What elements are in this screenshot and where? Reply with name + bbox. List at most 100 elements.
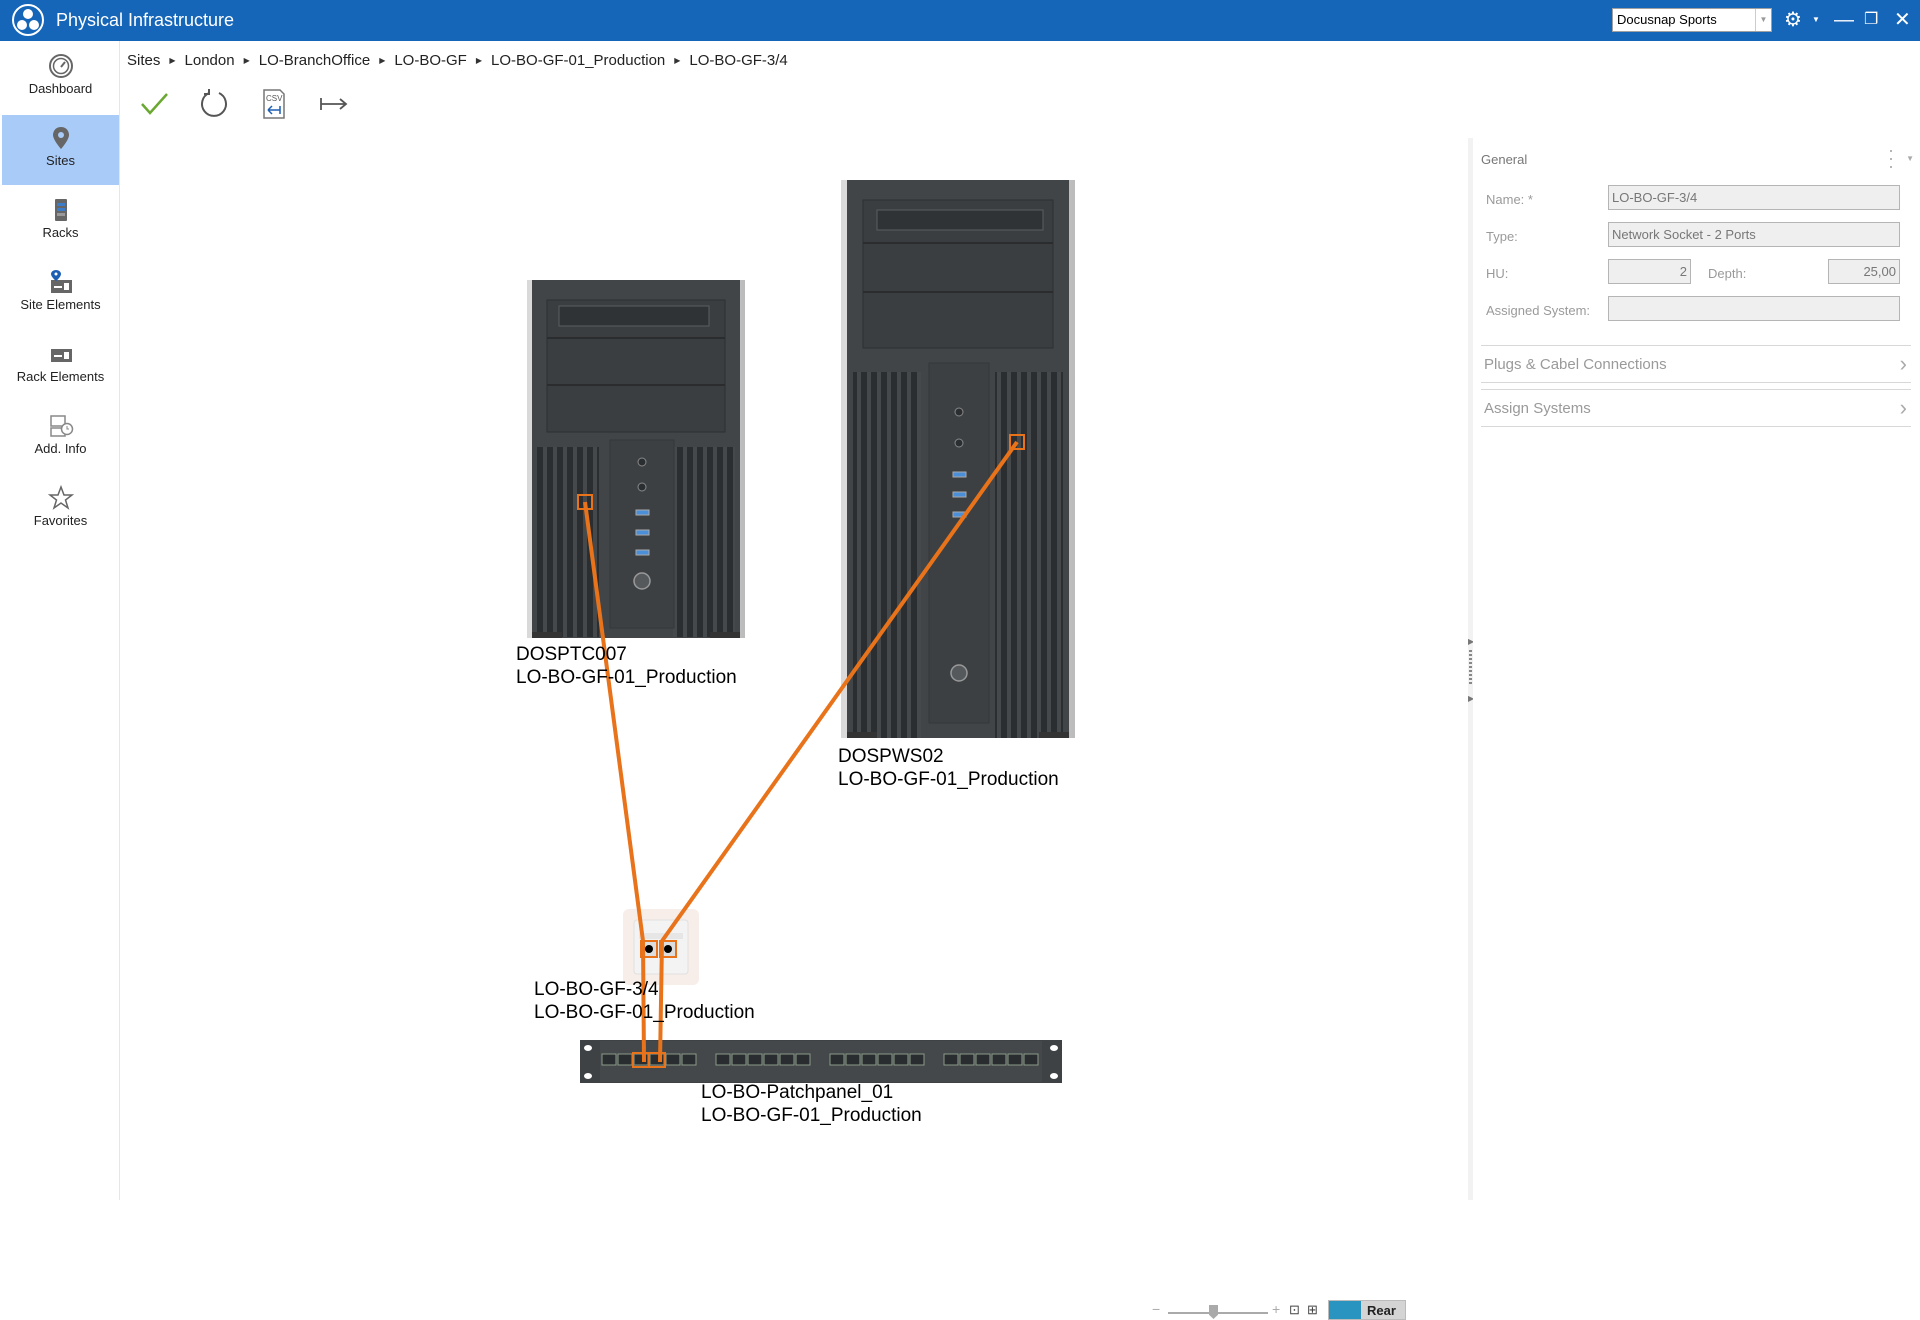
zoom-fit-icon[interactable]: ⊡ xyxy=(1289,1302,1300,1318)
refresh-icon xyxy=(201,89,227,117)
patch-port[interactable] xyxy=(877,1053,893,1066)
tower-pc-dospws02[interactable] xyxy=(841,180,1075,738)
breadcrumb-separator-icon: ▶ xyxy=(674,56,681,65)
star-icon xyxy=(47,484,74,511)
patch-port[interactable] xyxy=(861,1053,877,1066)
sidebar-item-sites[interactable]: Sites xyxy=(2,115,119,185)
patch-port[interactable] xyxy=(959,1053,975,1066)
patch-port[interactable] xyxy=(731,1053,747,1066)
sidebar-item-racks[interactable]: Racks xyxy=(2,187,119,257)
splitter-grip[interactable] xyxy=(1469,650,1472,686)
refresh-button[interactable] xyxy=(196,88,232,124)
patch-port[interactable] xyxy=(715,1053,731,1066)
diagram-svg xyxy=(527,180,1075,1083)
patch-port[interactable] xyxy=(747,1053,763,1066)
breadcrumb-separator-icon: ▶ xyxy=(169,56,176,65)
name-label: Name: * xyxy=(1486,192,1533,207)
sidebar-item-label: Rack Elements xyxy=(16,369,105,384)
patch-port[interactable] xyxy=(601,1053,617,1066)
patch-port[interactable] xyxy=(681,1053,697,1066)
tenant-selector-value: Docusnap Sports xyxy=(1617,12,1717,27)
patch-port[interactable] xyxy=(943,1053,959,1066)
patch-port[interactable] xyxy=(845,1053,861,1066)
zoom-in-button[interactable]: + xyxy=(1272,1301,1280,1317)
zoom-slider-track[interactable] xyxy=(1168,1312,1268,1314)
save-button[interactable] xyxy=(136,88,172,124)
diagram-canvas[interactable]: DOSPTC007 LO-BO-GF-01_Production DOSPWS0… xyxy=(121,138,1470,1320)
chevron-down-icon[interactable]: ▼ xyxy=(1906,154,1914,163)
chevron-down-icon[interactable]: ▼ xyxy=(1755,9,1771,31)
tower-pc-dosptc007[interactable] xyxy=(527,280,745,638)
hu-field[interactable] xyxy=(1608,259,1691,284)
title-bar: Physical Infrastructure Docusnap Sports … xyxy=(0,0,1920,41)
name-field[interactable] xyxy=(1608,185,1900,210)
patch-port[interactable] xyxy=(1007,1053,1023,1066)
breadcrumb-item[interactable]: LO-BO-GF-01_Production xyxy=(491,52,665,69)
breadcrumb-separator-icon: ▶ xyxy=(243,56,250,65)
minimize-icon[interactable]: — xyxy=(1834,8,1854,32)
breadcrumb-separator-icon: ▶ xyxy=(379,56,386,65)
breadcrumb-item-current[interactable]: LO-BO-GF-3/4 xyxy=(689,52,787,69)
settings-dropdown-icon[interactable]: ▼ xyxy=(1812,8,1820,32)
sidebar-item-site-elements[interactable]: Site Elements xyxy=(2,259,119,329)
depth-field[interactable] xyxy=(1828,259,1900,284)
device-location: LO-BO-GF-01_Production xyxy=(838,769,1059,790)
patch-port[interactable] xyxy=(1023,1053,1039,1066)
sidebar-item-dashboard[interactable]: Dashboard xyxy=(2,43,119,113)
sidebar-item-favorites[interactable]: Favorites xyxy=(2,475,119,545)
device-label-dospws02: DOSPWS02 LO-BO-GF-01_Production xyxy=(838,745,1059,791)
patch-port[interactable] xyxy=(909,1053,925,1066)
csv-label: CSV xyxy=(266,94,283,103)
zoom-slider-thumb[interactable] xyxy=(1209,1305,1218,1319)
patch-port[interactable] xyxy=(795,1053,811,1066)
app-title: Physical Infrastructure xyxy=(56,10,235,30)
section-plugs-cable-connections[interactable]: Plugs & Cabel Connections › xyxy=(1481,345,1911,383)
properties-panel: General ··· ▼ Name: * Type: HU: Depth: A… xyxy=(1473,138,1920,1200)
patch-panel-lo-bo-patchpanel-01[interactable] xyxy=(580,1040,1062,1083)
more-options-icon[interactable]: · · · xyxy=(1888,141,1894,175)
type-label: Type: xyxy=(1486,229,1518,244)
sidebar-item-add-info[interactable]: Add. Info xyxy=(2,403,119,473)
zoom-actual-icon[interactable]: ⊞ xyxy=(1307,1302,1318,1318)
patch-port[interactable] xyxy=(893,1053,909,1066)
device-location: LO-BO-GF-01_Production xyxy=(534,1002,755,1023)
device-label-patch-panel: LO-BO-Patchpanel_01 LO-BO-GF-01_Producti… xyxy=(701,1081,922,1127)
breadcrumb-item[interactable]: LO-BO-GF xyxy=(394,52,467,69)
device-name: DOSPTC007 xyxy=(516,644,627,665)
sidebar-item-rack-elements[interactable]: Rack Elements xyxy=(2,331,119,401)
assigned-system-field[interactable] xyxy=(1608,296,1900,321)
breadcrumb-separator-icon: ▶ xyxy=(475,56,483,65)
device-location: LO-BO-GF-01_Production xyxy=(516,667,737,688)
patch-port[interactable] xyxy=(779,1053,795,1066)
section-assign-systems[interactable]: Assign Systems › xyxy=(1481,389,1911,427)
sidebar-item-label: Site Elements xyxy=(20,297,101,312)
type-field[interactable] xyxy=(1608,222,1900,247)
csv-import-icon: CSV xyxy=(263,89,285,119)
breadcrumb-item[interactable]: Sites xyxy=(127,52,160,69)
restore-icon[interactable]: ❐ xyxy=(1864,8,1878,32)
sidebar: Dashboard Sites Racks Site Elements Rack… xyxy=(0,41,120,1200)
arrow-to-right-icon xyxy=(320,98,348,110)
breadcrumb-item[interactable]: LO-BranchOffice xyxy=(259,52,370,69)
chevron-right-icon: › xyxy=(1899,395,1907,420)
patch-port[interactable] xyxy=(829,1053,845,1066)
section-label: Assign Systems xyxy=(1484,400,1591,417)
depth-label: Depth: xyxy=(1708,266,1747,281)
chevron-right-icon: › xyxy=(1899,351,1907,376)
patch-port[interactable] xyxy=(763,1053,779,1066)
patch-port[interactable] xyxy=(665,1053,681,1066)
device-label-dosptc007: DOSPTC007 LO-BO-GF-01_Production xyxy=(516,643,737,689)
settings-gear-icon[interactable]: ⚙ xyxy=(1784,8,1802,32)
view-toggle[interactable]: Rear xyxy=(1328,1300,1406,1320)
close-icon[interactable]: ✕ xyxy=(1894,8,1911,32)
patch-port[interactable] xyxy=(617,1053,633,1066)
dashboard-gauge-icon xyxy=(48,53,74,79)
csv-import-button[interactable]: CSV xyxy=(256,88,292,124)
zoom-out-button[interactable]: − xyxy=(1152,1301,1160,1317)
breadcrumb-item[interactable]: London xyxy=(185,52,235,69)
sidebar-item-label: Dashboard xyxy=(28,81,93,96)
tenant-selector[interactable]: Docusnap Sports ▼ xyxy=(1612,8,1772,32)
patch-port[interactable] xyxy=(991,1053,1007,1066)
export-button[interactable] xyxy=(316,88,352,124)
patch-port[interactable] xyxy=(975,1053,991,1066)
